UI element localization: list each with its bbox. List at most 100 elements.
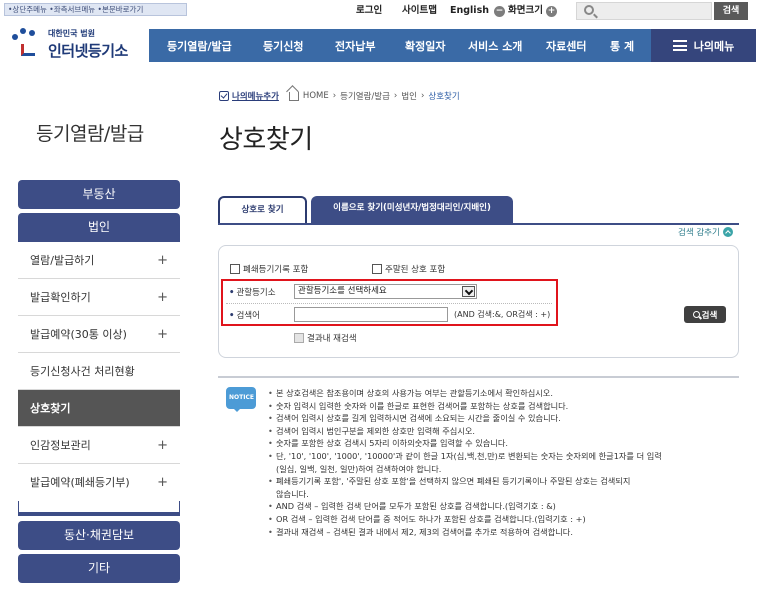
top-search-input[interactable] xyxy=(576,2,712,20)
nav-item-e-payment[interactable]: 전자납부 xyxy=(335,38,375,54)
notice-item: 숫자 입력시 입력한 숫자와 이를 한글로 표현한 검색어를 포함하는 상호를 … xyxy=(268,400,742,413)
notice-item: OR 검색 – 입력한 검색 단어를 중 적어도 하나가 포함된 상호를 검색합… xyxy=(268,513,742,526)
research-checkbox[interactable] xyxy=(294,333,304,343)
sidebar-movable-collateral-button[interactable]: 동산·채권담보 xyxy=(18,521,180,550)
sidebar-submenu: 열람/발급하기 + 발급확인하기 + 발급예약(30통 이상) + 등기신청사건… xyxy=(18,242,180,501)
breadcrumb-current: 상호찾기 xyxy=(428,92,460,102)
notice-item: AND 검색 – 입력한 검색 단어를 모두가 포함된 상호를 검색합니다.(입… xyxy=(268,500,742,513)
my-menu-button[interactable]: 나의메뉴 xyxy=(651,29,756,62)
registry-office-selected: 관할등기소를 선택하세요 xyxy=(298,286,387,296)
main-nav: 등기열람/발급 등기신청 전자납부 확정일자 서비스 소개 자료센터 통 계 xyxy=(149,29,651,62)
expand-icon: + xyxy=(157,327,168,342)
research-option[interactable]: 결과내 재검색 xyxy=(294,332,357,344)
form-divider xyxy=(226,303,552,304)
logo-subtitle: 대한민국 법원 xyxy=(48,29,95,38)
keyword-input[interactable] xyxy=(294,307,448,322)
sidebar-item-closed-reservation[interactable]: 발급예약(폐쇄등기부) + xyxy=(18,464,180,501)
breadcrumb-registry[interactable]: 등기열람/발급 xyxy=(340,90,390,102)
hide-search-label: 검색 감추기 xyxy=(678,228,720,238)
top-search-button[interactable]: 검색 xyxy=(714,2,748,20)
nav-item-fixed-date[interactable]: 확정일자 xyxy=(405,38,445,54)
closed-registry-option[interactable]: 폐쇄등기기록 포함 xyxy=(230,263,308,275)
hide-search-toggle[interactable]: 검색 감추기 xyxy=(678,226,733,238)
sidebar-etc-button[interactable]: 기타 xyxy=(18,554,180,583)
sitemap-link[interactable]: 사이트맵 xyxy=(402,3,437,19)
sidebar-title: 등기열람/발급 xyxy=(36,123,144,145)
breadcrumb-corporation[interactable]: 법인 xyxy=(401,90,417,102)
notice-item: 검색어 입력시 상호를 길게 입력하시면 검색에 소요되는 시간을 줄이실 수 … xyxy=(268,412,742,425)
sidebar-item-application-status[interactable]: 등기신청사건 처리현황 xyxy=(18,353,180,390)
breadcrumb-separator: › xyxy=(393,91,398,101)
sidebar-item-label: 발급예약(폐쇄등기부) xyxy=(30,476,130,489)
page-title: 상호찾기 xyxy=(219,125,313,155)
breadcrumb: 나의메뉴추가 HOME › 등기열람/발급 › 법인 › 상호찾기 xyxy=(219,90,460,102)
logo-title: 인터넷등기소 xyxy=(48,42,128,60)
breadcrumb-separator: › xyxy=(332,91,337,101)
registry-office-text: 관할등기소 xyxy=(236,288,276,298)
search-icon xyxy=(692,311,700,318)
dormant-option[interactable]: 주말된 상호 포함 xyxy=(372,263,445,275)
tab-trade-name-search[interactable]: 상호로 찾기 xyxy=(218,196,307,225)
tab-underline xyxy=(218,223,739,225)
nav-item-service-intro[interactable]: 서비스 소개 xyxy=(468,38,522,54)
closed-registry-label: 폐쇄등기기록 포함 xyxy=(243,265,309,275)
notice-item: 폐쇄등기기록 포함', '주말된 상호 포함'을 선택하지 않으면 폐쇄된 등기… xyxy=(268,475,742,488)
search-button[interactable]: 검색 xyxy=(684,306,726,323)
home-icon xyxy=(288,91,299,101)
hamburger-icon xyxy=(672,40,687,51)
sidebar-item-label: 등기신청사건 처리현황 xyxy=(30,365,135,378)
notice-divider xyxy=(218,376,739,378)
expand-icon: + xyxy=(157,475,168,490)
screen-size-control: − 화면크기 + xyxy=(494,3,557,19)
notice-icon-label: NOTICE xyxy=(229,394,254,401)
dormant-checkbox[interactable] xyxy=(372,264,382,274)
zoom-in-button[interactable]: + xyxy=(545,5,557,17)
sidebar-item-trade-name-search[interactable]: 상호찾기 xyxy=(18,390,180,427)
search-button-label: 검색 xyxy=(701,310,718,321)
nav-item-registry-apply[interactable]: 등기신청 xyxy=(263,38,303,54)
sidebar-item-issue-check[interactable]: 발급확인하기 + xyxy=(18,279,180,316)
tab-name-search[interactable]: 이름으로 찾기(미성년자/법정대리인/지배인) xyxy=(311,196,513,225)
skip-links[interactable]: •상단주메뉴 •좌측서브메뉴 •본문바로가기 xyxy=(4,3,187,16)
notice-item: 결과내 재검색 – 검색된 결과 내에서 제2, 제3의 검색어를 추가로 적용… xyxy=(268,526,742,539)
sidebar-item-label: 상호찾기 xyxy=(30,402,71,415)
notice-item: 숫자를 포함한 상호 검색시 5자리 이하의숫자를 입력할 수 있습니다. xyxy=(268,437,742,450)
notice-item: 본 상호검색은 참조용이며 상호의 사용가능 여부는 관할등기소에서 확인하십시… xyxy=(268,387,742,400)
notice-item: 않습니다. xyxy=(276,488,309,499)
keyword-hint: (AND 검색:&, OR검색 : +) xyxy=(454,310,551,319)
english-link[interactable]: English xyxy=(450,3,489,19)
sidebar-item-label: 인감정보관리 xyxy=(30,439,91,452)
closed-registry-checkbox[interactable] xyxy=(230,264,240,274)
breadcrumb-home[interactable]: HOME xyxy=(303,91,329,101)
add-my-menu-link[interactable]: 나의메뉴추가 xyxy=(219,90,279,102)
notice-item: 검색어 입력시 법인구분을 제외한 상호만 입력해 주십시오. xyxy=(268,425,742,438)
dormant-label: 주말된 상호 포함 xyxy=(385,265,446,275)
nav-item-statistics[interactable]: 통 계 xyxy=(610,38,634,54)
nav-item-resources[interactable]: 자료센터 xyxy=(546,38,586,54)
login-link[interactable]: 로그인 xyxy=(356,3,382,19)
checkbox-icon xyxy=(219,91,229,101)
search-icon xyxy=(584,5,594,15)
nav-item-registry-view[interactable]: 등기열람/발급 xyxy=(167,38,232,54)
sidebar-real-estate-button[interactable]: 부동산 xyxy=(18,180,180,209)
notice-item: (일십, 일백, 일천, 일만)하여 검색하여야 합니다. xyxy=(276,463,442,474)
sidebar-item-seal-info[interactable]: 인감정보관리 + xyxy=(18,427,180,464)
notice-item: 단, '10', '100', '1000', '10000'과 같이 한글 1… xyxy=(268,450,742,463)
sidebar-item-label: 열람/발급하기 xyxy=(30,254,95,267)
expand-icon: + xyxy=(157,290,168,305)
zoom-out-button[interactable]: − xyxy=(494,5,505,17)
breadcrumb-separator: › xyxy=(420,91,425,101)
sidebar-item-view-issue[interactable]: 열람/발급하기 + xyxy=(18,242,180,279)
registry-office-select[interactable]: 관할등기소를 선택하세요 xyxy=(294,284,477,299)
keyword-label: • 검색어 xyxy=(229,311,260,321)
chevron-up-icon xyxy=(722,227,733,237)
site-logo[interactable]: 대한민국 법원 인터넷등기소 xyxy=(6,24,148,64)
expand-icon: + xyxy=(157,438,168,453)
registry-office-label: • 관할등기소 xyxy=(229,288,276,298)
research-label: 결과내 재검색 xyxy=(307,334,357,344)
add-my-menu-label: 나의메뉴추가 xyxy=(232,92,279,102)
sidebar-item-label: 발급예약(30통 이상) xyxy=(30,328,127,341)
keyword-text: 검색어 xyxy=(236,311,260,321)
sidebar-item-issue-reservation[interactable]: 발급예약(30통 이상) + xyxy=(18,316,180,353)
sidebar-corporation-button[interactable]: 법인 xyxy=(18,213,180,242)
